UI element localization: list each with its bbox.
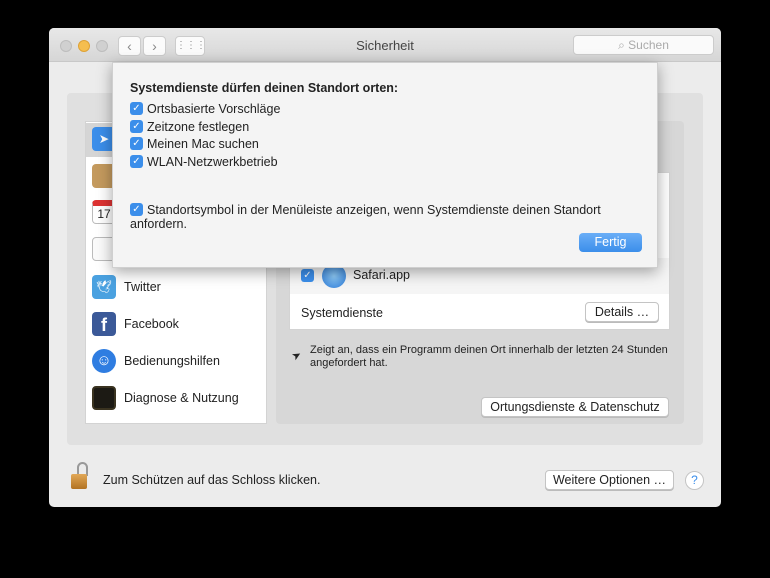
sidebar-item-facebook[interactable]: f Facebook [90, 308, 266, 342]
done-button[interactable]: Fertig [579, 233, 642, 252]
accessibility-icon: ☺ [92, 349, 116, 373]
facebook-icon: f [92, 312, 116, 336]
checkbox[interactable]: ✓ [130, 203, 143, 217]
checkbox[interactable]: ✓ [130, 137, 143, 151]
lock-icon[interactable] [71, 462, 89, 490]
option-time-zone[interactable]: ✓ Zeitzone festlegen [130, 119, 249, 134]
location-note: Zeigt an, dass ein Programm deinen Ort i… [310, 344, 668, 369]
sidebar-item-accessibility[interactable]: ☺ Bedienungshilfen [90, 345, 266, 379]
search-icon: ⌕ [618, 38, 629, 52]
safari-checkbox[interactable]: ✓ [301, 269, 314, 282]
option-find-my-mac[interactable]: ✓ Meinen Mac suchen [130, 136, 259, 151]
more-options-button[interactable]: Weitere Optionen … [545, 470, 674, 490]
privacy-button[interactable]: Ortungsdienste & Datenschutz [481, 397, 669, 417]
lock-hint: Zum Schützen auf das Schloss klicken. [103, 473, 321, 487]
diagnostics-icon [92, 386, 116, 410]
option-menu-bar-icon[interactable]: ✓ Standortsymbol in der Menüleiste anzeig… [130, 202, 657, 231]
twitter-icon: 🕊 [92, 275, 116, 299]
option-wifi-networking[interactable]: ✓ WLAN-Netzwerkbetrieb [130, 154, 278, 169]
checkbox[interactable]: ✓ [130, 102, 143, 116]
help-button[interactable]: ? [685, 471, 704, 490]
sidebar-item-twitter[interactable]: 🕊 Twitter [90, 271, 266, 305]
app-label: Safari.app [353, 268, 410, 282]
title-bar: ‹ › ⋮⋮⋮ Sicherheit ⌕ Suchen [49, 28, 721, 62]
details-button[interactable]: Details … [585, 302, 659, 322]
checkbox[interactable]: ✓ [130, 155, 143, 169]
option-location-suggestions[interactable]: ✓ Ortsbasierte Vorschläge [130, 101, 280, 116]
table-row: Systemdienste Details … [290, 294, 669, 330]
checkbox[interactable]: ✓ [130, 120, 143, 134]
sidebar-item-diagnostics[interactable]: Diagnose & Nutzung [90, 382, 266, 416]
system-services-sheet: Systemdienste dürfen deinen Standort ort… [112, 62, 658, 268]
system-services-label: Systemdienste [301, 306, 383, 320]
search-input[interactable]: ⌕ Suchen [573, 35, 714, 55]
sheet-heading: Systemdienste dürfen deinen Standort ort… [130, 81, 399, 95]
